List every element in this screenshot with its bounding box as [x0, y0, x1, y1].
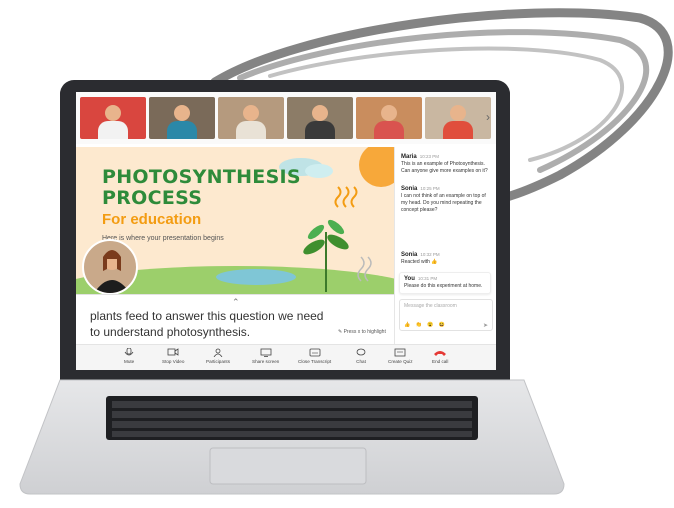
video-call-screen: › PHOTOSYNTHESIS PROCESS For education H… [76, 92, 496, 370]
share-screen-label: Share screen [252, 359, 280, 364]
scene: › PHOTOSYNTHESIS PROCESS For education H… [0, 0, 674, 508]
chat-bubble-icon [356, 348, 366, 356]
chat-time: 10:32 PM [420, 252, 440, 257]
chat-text: This is an example of Photosynthesis. Ca… [401, 161, 488, 174]
chat-time: 10:23 PM [419, 154, 439, 159]
own-message: You 10:31 PM Please do this experiment at… [399, 272, 491, 294]
stop-video-button[interactable]: Stop Video [162, 348, 184, 364]
chat-text: Reacted with 👍 [401, 259, 438, 265]
call-toolbar: Mute Stop Video Participants Share scree… [76, 344, 496, 370]
chat-text: Please do this experiment at home. [404, 283, 483, 289]
people-icon [213, 348, 223, 357]
participant-thumbnail[interactable] [356, 97, 422, 139]
participants-button[interactable]: Participants [206, 348, 230, 364]
mute-button[interactable]: Mute [124, 348, 134, 364]
end-call-button[interactable]: End call [432, 348, 448, 364]
close-transcript-label: Close Transcript [298, 359, 332, 364]
chat-author: Sonia [401, 186, 418, 192]
create-quiz-label: Create Quiz [388, 359, 413, 364]
chevron-up-icon[interactable]: ⌃ [232, 297, 240, 308]
emoji-reactions[interactable]: 👍 👏 😮 😆 [404, 322, 447, 328]
transcript-text: plants feed to answer this question we n… [90, 309, 324, 339]
chat-message: You 10:31 PM Please do this experiment at… [404, 275, 488, 290]
highlight-icon: ✎ [338, 329, 343, 335]
highlight-hint-label: Press x to highlight [343, 329, 386, 335]
chat-message: Maria 10:23 PM This is an example of Phot… [401, 153, 491, 175]
participants-label: Participants [206, 359, 231, 364]
participant-thumbnails: › [76, 92, 496, 144]
laptop-base [19, 379, 565, 495]
video-camera-icon [167, 348, 179, 356]
chat-input-placeholder: Message the classroom [404, 303, 457, 309]
mute-label: Mute [124, 359, 135, 364]
close-transcript-button[interactable]: Close Transcript [298, 348, 331, 364]
hang-up-icon [434, 351, 447, 356]
slide-title: PHOTOSYNTHESIS PROCESS [102, 167, 301, 209]
chat-message-reaction: Sonia 10:32 PM Reacted with 👍 [401, 251, 491, 266]
slide-title-line-2: PROCESS [102, 187, 203, 209]
chat-time: 10:31 PM [417, 276, 438, 281]
microphone-icon [124, 348, 134, 356]
highlight-hint[interactable]: ✎ Press x to highlight [338, 329, 386, 335]
chat-input[interactable]: Message the classroom 👍 👏 😮 😆 ➤ [399, 299, 493, 331]
presenter-video[interactable] [82, 239, 138, 294]
transcript-panel: ⌃ plants feed to answer this question we… [76, 294, 394, 344]
send-icon[interactable]: ➤ [483, 322, 488, 329]
chevron-right-icon[interactable]: › [486, 110, 490, 124]
presentation-slide: PHOTOSYNTHESIS PROCESS For education Her… [76, 147, 394, 294]
participant-thumbnail[interactable] [80, 97, 146, 139]
chat-author: Maria [401, 154, 417, 160]
slide-title-line-1: PHOTOSYNTHESIS [102, 166, 301, 188]
chat-panel: Maria 10:23 PM This is an example of Phot… [394, 147, 496, 344]
stop-video-label: Stop Video [162, 359, 185, 364]
participant-thumbnail[interactable] [287, 97, 353, 139]
participant-thumbnail[interactable] [425, 97, 491, 139]
chat-author: Sonia [401, 252, 418, 258]
chat-author: You [404, 276, 415, 282]
chat-text: I can not think of an example on top of … [401, 193, 486, 213]
participant-thumbnail[interactable] [218, 97, 284, 139]
chat-button[interactable]: Chat [356, 348, 366, 364]
quiz-icon [394, 348, 406, 357]
closed-caption-icon [309, 348, 320, 357]
monitor-icon [260, 348, 272, 357]
end-call-label: End call [432, 359, 449, 364]
share-screen-button[interactable]: Share screen [252, 348, 279, 364]
chat-label: Chat [356, 359, 366, 364]
create-quiz-button[interactable]: Create Quiz [388, 348, 413, 364]
participant-thumbnail[interactable] [149, 97, 215, 139]
chat-message: Sonia 10:25 PM I can not think of an exam… [401, 185, 491, 214]
chat-time: 10:25 PM [420, 186, 440, 191]
slide-subtitle: For education [102, 211, 202, 228]
